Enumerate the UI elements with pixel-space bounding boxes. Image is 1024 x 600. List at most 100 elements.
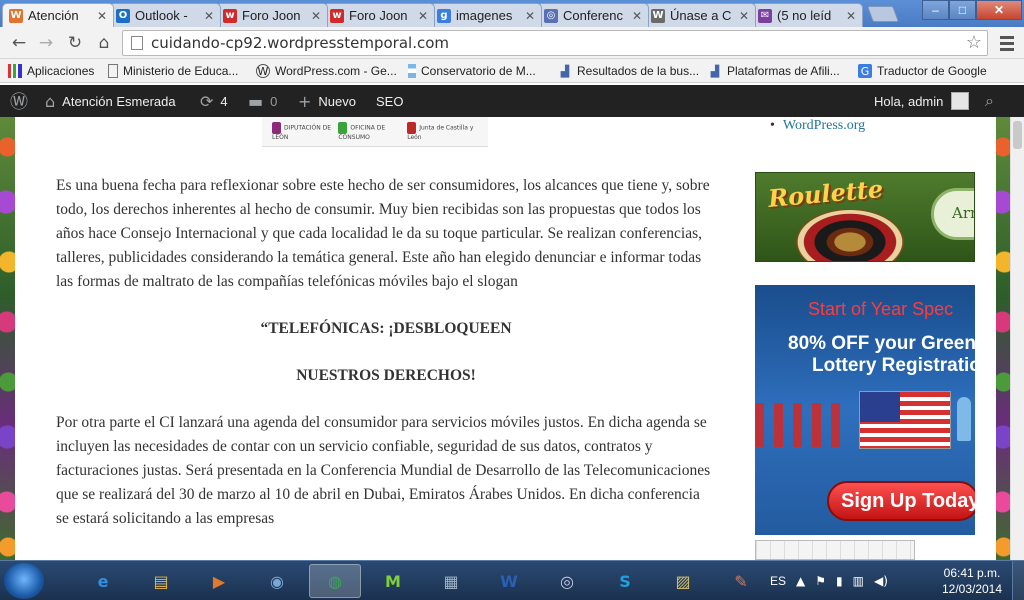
disc-icon[interactable]: ◎ xyxy=(541,564,593,598)
maximize-button[interactable]: □ xyxy=(949,0,976,20)
new-tab-button[interactable] xyxy=(867,6,899,22)
wordpress-icon: W xyxy=(651,8,665,23)
tab[interactable]: O Outlook - ✕ xyxy=(109,3,221,27)
close-icon[interactable]: ✕ xyxy=(204,9,214,23)
w-brand-icon: w xyxy=(223,8,237,23)
calculator-icon[interactable]: ▦ xyxy=(425,564,477,598)
flag-icon[interactable]: ⚑ xyxy=(815,574,826,588)
bookmark-ministerio[interactable]: Ministerio de Educa... xyxy=(108,62,238,80)
url-text[interactable]: cuidando-cp92.wordpresstemporal.com xyxy=(151,34,449,52)
bookmark-plataformas[interactable]: ▟ Plataformas de Afili... xyxy=(708,62,840,80)
word-icon[interactable]: W xyxy=(483,564,535,598)
close-icon[interactable]: ✕ xyxy=(525,9,535,23)
battery-icon[interactable]: ▮ xyxy=(836,574,843,588)
bookmarks-bar: Aplicaciones Ministerio de Educa... W Wo… xyxy=(0,59,1024,83)
w-brand-icon: w xyxy=(330,8,344,23)
minimize-button[interactable]: – xyxy=(922,0,949,20)
floral-background-left xyxy=(0,117,15,560)
avatar xyxy=(951,92,970,110)
close-icon[interactable]: ✕ xyxy=(846,9,856,23)
language-indicator[interactable]: ES xyxy=(770,574,786,588)
movistar-icon[interactable]: M xyxy=(367,564,419,598)
magnifier-icon: ⌕ xyxy=(985,91,994,110)
tab[interactable]: w Foro Joon ✕ xyxy=(216,3,328,27)
person-figure-image xyxy=(957,397,971,441)
page-scrollbar[interactable] xyxy=(1010,117,1024,560)
site-name: Atención Esmerada xyxy=(62,93,176,109)
tab[interactable]: ◎ Conferenc ✕ xyxy=(537,3,649,27)
bookmark-apps[interactable]: Aplicaciones xyxy=(8,62,94,80)
wordpress-icon: W xyxy=(256,64,270,78)
site-name-link[interactable]: ⌂ Atención Esmerada xyxy=(45,85,176,117)
article-paragraph: Por otra parte el CI lanzará una agenda … xyxy=(56,414,711,527)
forward-icon[interactable]: → xyxy=(35,32,57,54)
back-icon[interactable]: ← xyxy=(8,32,30,54)
system-clock[interactable]: 06:41 p.m. 12/03/2014 xyxy=(940,565,1004,597)
draw-icon[interactable]: ✎ xyxy=(715,564,767,598)
webcam-icon[interactable]: ◉ xyxy=(251,564,303,598)
close-icon[interactable]: ✕ xyxy=(632,9,642,23)
close-icon[interactable]: ✕ xyxy=(739,9,749,23)
home-icon[interactable]: ⌂ xyxy=(93,32,115,54)
comments-count: 0 xyxy=(270,93,278,109)
bookmark-wordpress[interactable]: W WordPress.com - Ge... xyxy=(256,62,397,80)
tab-label: imagenes xyxy=(456,8,513,23)
sign-up-button[interactable]: Sign Up Today xyxy=(827,481,975,521)
updates-link[interactable]: ⟳ 4 xyxy=(200,85,228,117)
show-desktop-button[interactable] xyxy=(1012,561,1024,600)
new-content-link[interactable]: + Nuevo xyxy=(298,85,356,117)
media-player-icon[interactable]: ▶ xyxy=(193,564,245,598)
bookmark-resultados[interactable]: ▟ Resultados de la bus... xyxy=(558,62,699,80)
chrome-icon[interactable]: ◍ xyxy=(309,564,361,598)
comments-link[interactable]: ▬ 0 xyxy=(248,85,277,117)
mail-icon: ✉ xyxy=(758,8,772,23)
ad-roulette-banner[interactable]: Roulette Arr xyxy=(755,172,975,262)
ad-line-1: 80% OFF your Green xyxy=(788,333,975,354)
wordpress-icon: W xyxy=(9,8,23,23)
search-icon[interactable]: ⌕ xyxy=(985,85,994,117)
slogan-line-1: “TELEFÓNICAS: ¡DESBLOQUEEN xyxy=(260,320,512,337)
tab[interactable]: ✉ (5 no leíd ✕ xyxy=(751,3,863,27)
show-hidden-icons-icon[interactable]: ▲ xyxy=(796,574,805,588)
close-window-button[interactable]: ✕ xyxy=(976,0,1022,20)
updates-icon: ⟳ xyxy=(200,91,214,111)
ad-title: Roulette xyxy=(766,174,885,213)
seo-link[interactable]: SEO xyxy=(376,85,403,117)
ad-button[interactable]: Arr xyxy=(931,188,974,240)
reload-icon[interactable]: ↻ xyxy=(64,32,86,54)
bookmark-label: WordPress.com - Ge... xyxy=(275,64,397,78)
network-icon[interactable]: ▥ xyxy=(853,574,864,588)
bookmark-traductor[interactable]: G Traductor de Google xyxy=(858,62,987,80)
internet-explorer-icon[interactable]: e xyxy=(77,564,129,598)
volume-icon[interactable]: ◀) xyxy=(874,574,888,588)
tab-label: Únase a C xyxy=(670,8,732,23)
bookmark-conservatorio[interactable]: Conservatorio de M... xyxy=(408,62,536,80)
tab[interactable]: W Únase a C ✕ xyxy=(644,3,756,27)
account-menu[interactable]: Hola, admin xyxy=(874,85,970,117)
bookmark-star-icon[interactable]: ☆ xyxy=(966,32,982,53)
updates-count: 4 xyxy=(220,93,228,109)
ad-lottery-banner[interactable]: Start of Year Spec 80% OFF your Green Lo… xyxy=(755,285,975,535)
tab[interactable]: g imagenes ✕ xyxy=(430,3,542,27)
address-bar[interactable]: cuidando-cp92.wordpresstemporal.com ☆ xyxy=(122,30,988,56)
menu-icon[interactable] xyxy=(996,32,1018,54)
close-icon[interactable]: ✕ xyxy=(97,9,107,23)
logo-oficina-consumo: OFICINA DE CONSUMO xyxy=(338,122,407,141)
greeting: Hola, admin xyxy=(874,93,944,109)
start-button[interactable] xyxy=(4,563,44,599)
chart-icon: ▟ xyxy=(710,64,720,78)
comment-icon: ▬ xyxy=(248,91,264,111)
windows-taskbar: e ▤ ▶ ◉ ◍ M ▦ W ◎ S ▨ ✎ ES ▲ ⚑ ▮ ▥ ◀) 06:41 p.m. 12… xyxy=(0,560,1024,600)
tab[interactable]: w Foro Joon ✕ xyxy=(323,3,435,27)
sidebar-link-wordpress-org[interactable]: WordPress.org xyxy=(770,118,865,134)
close-icon[interactable]: ✕ xyxy=(418,9,428,23)
floral-background-right xyxy=(996,117,1010,560)
image-viewer-icon[interactable]: ▨ xyxy=(657,564,709,598)
scrollbar-thumb[interactable] xyxy=(1013,121,1022,149)
wp-logo-icon[interactable]: Ⓦ xyxy=(10,85,28,117)
file-explorer-icon[interactable]: ▤ xyxy=(135,564,187,598)
tab[interactable]: W Atención ✕ xyxy=(2,3,114,27)
slogan-line-2: NUESTROS DERECHOS! xyxy=(296,367,476,384)
skype-icon[interactable]: S xyxy=(599,564,651,598)
close-icon[interactable]: ✕ xyxy=(311,9,321,23)
